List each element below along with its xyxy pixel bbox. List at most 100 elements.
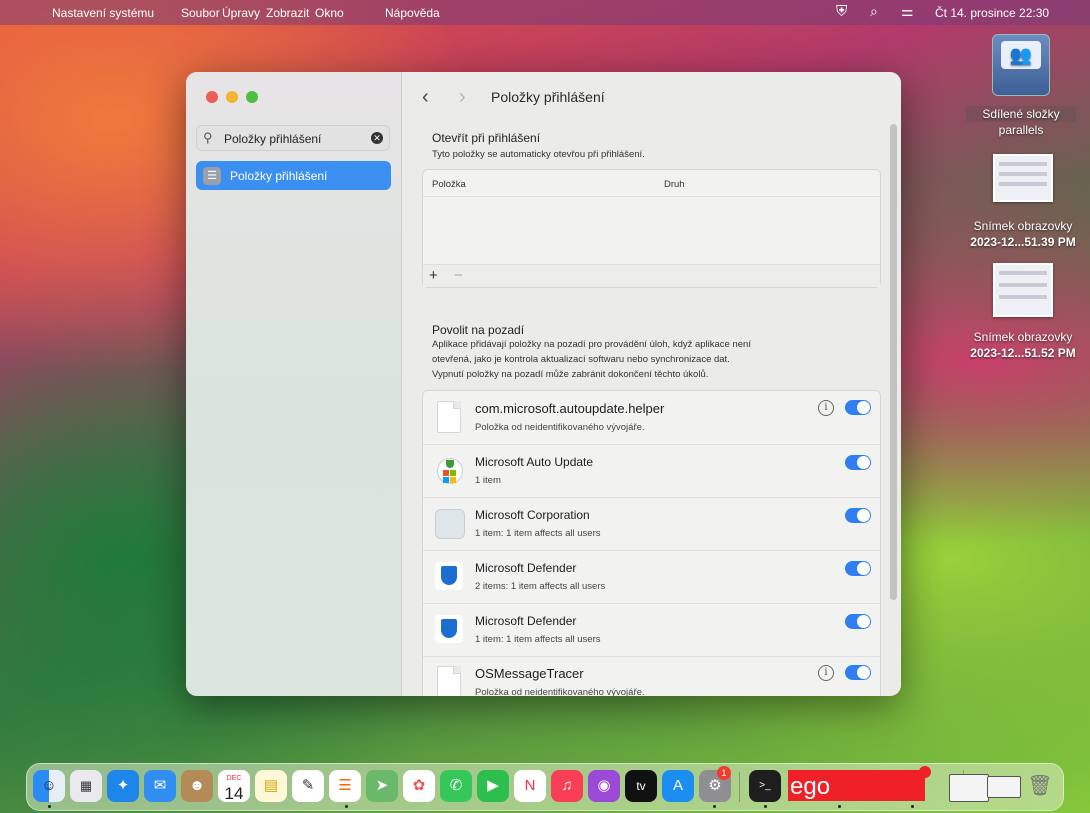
item-name: Microsoft Auto Update <box>475 455 594 469</box>
item-name: com.microsoft.autoupdate.helper <box>475 401 665 416</box>
menu-napoveda[interactable]: Nápověda <box>385 6 440 20</box>
desktop-icon-label: 2023-12...51.39 PM <box>970 235 1076 249</box>
music-icon[interactable]: ♫ <box>551 770 583 802</box>
item-desc: 1 item <box>475 475 501 486</box>
minimize-window-button[interactable] <box>226 91 238 103</box>
item-toggle[interactable] <box>845 665 871 680</box>
freeform-icon[interactable]: ✎ <box>292 770 324 802</box>
menu-app-name[interactable]: Nastavení systému <box>52 6 154 20</box>
apple-tv-icon[interactable]: tv <box>625 770 657 802</box>
notes-icon[interactable]: ▤ <box>255 770 287 802</box>
zoom-window-button[interactable] <box>246 91 258 103</box>
back-button[interactable]: ‹ <box>422 86 429 109</box>
podcasts-icon[interactable]: ◉ <box>588 770 620 802</box>
news-icon[interactable]: N <box>514 770 546 802</box>
item-desc: 1 item: 1 item affects all users <box>475 634 601 645</box>
safari-icon[interactable]: ✦ <box>107 770 139 802</box>
calendar-icon[interactable]: DEC 14 <box>218 770 250 803</box>
desktop-icon-label: Snímek obrazovky <box>973 330 1073 344</box>
microsoft-autoupdate-icon <box>435 454 463 486</box>
list-item: Microsoft Defender 1 item: 1 item affect… <box>423 603 880 657</box>
sidebar-item-label: Položky přihlášení <box>230 169 328 183</box>
sidebar-item-login-items[interactable]: ☰ Položky přihlášení <box>196 161 391 190</box>
menu-zobrazit[interactable]: Zobrazit <box>266 6 309 20</box>
running-indicator <box>838 805 841 808</box>
finder-icon[interactable]: ☺ <box>33 770 65 802</box>
mail-icon[interactable]: ✉ <box>144 770 176 802</box>
running-indicator <box>48 805 51 808</box>
desktop-screenshot-1[interactable]: Snímek obrazovky 2023-12...51.39 PM <box>962 154 1084 250</box>
running-indicator <box>764 805 767 808</box>
sidebar-search-field[interactable]: ⚲ Položky přihlášení ✕ <box>196 125 390 151</box>
desktop-icon-label: Snímek obrazovky <box>973 219 1073 233</box>
minimized-window-icon[interactable] <box>987 776 1021 798</box>
menu-upravy[interactable]: Úpravy <box>222 6 260 20</box>
clear-search-icon[interactable]: ✕ <box>371 132 383 144</box>
facetime-icon[interactable]: ▶ <box>477 770 509 802</box>
info-icon[interactable]: i <box>818 400 834 416</box>
tv-label: tv <box>636 779 646 793</box>
defender-shield-icon <box>435 613 463 645</box>
search-input[interactable]: Položky přihlášení <box>224 132 321 146</box>
open-at-login-subtitle: Tyto položky se automaticky otevřou při … <box>432 149 645 160</box>
settings-window: ⚲ Položky přihlášení ✕ ☰ Položky přihláš… <box>186 72 901 696</box>
item-toggle[interactable] <box>845 614 871 629</box>
running-indicator <box>345 805 348 808</box>
item-name: Microsoft Defender <box>475 614 577 628</box>
item-desc: Položka od neidentifikovaného vývojáře. <box>475 422 645 433</box>
list-icon: ☰ <box>203 167 221 185</box>
reminders-icon[interactable]: ☰ <box>329 770 361 802</box>
open-at-login-title: Otevřít při přihlášení <box>432 131 541 145</box>
trash-icon[interactable]: 🗑 <box>1024 770 1056 802</box>
item-toggle[interactable] <box>845 508 871 523</box>
messages-icon[interactable]: ✆ <box>440 770 472 802</box>
minimized-window-icon[interactable] <box>949 774 989 802</box>
add-item-button[interactable]: + <box>429 267 438 284</box>
desktop-shared-folders[interactable]: 👥 Sdílené složky parallels <box>966 34 1076 138</box>
redacted-label: ego <box>788 770 925 801</box>
item-toggle[interactable] <box>845 561 871 576</box>
background-items-list: com.microsoft.autoupdate.helper Položka … <box>422 390 881 696</box>
screenshot-thumbnail-icon <box>993 263 1053 317</box>
control-center-icon[interactable]: ⚌ <box>901 3 914 20</box>
menubar-clock[interactable]: Čt 14. prosince 22:30 <box>935 6 1049 20</box>
background-section-desc-1: Aplikace přidávají položky na pozadí pro… <box>432 339 751 350</box>
content-pane: ‹ › Položky přihlášení Otevřít při přihl… <box>402 72 901 696</box>
terminal-icon[interactable]: >_ <box>749 770 781 802</box>
login-items-table[interactable]: Položka Druh + − <box>422 169 881 288</box>
table-header: Položka Druh <box>423 170 880 197</box>
item-desc: 2 items: 1 item affects all users <box>475 581 606 592</box>
background-section-desc-2: otevřená, jako je kontrola aktualizací s… <box>432 354 730 365</box>
launchpad-icon[interactable]: ▦ <box>70 770 102 802</box>
list-item: Microsoft Auto Update 1 item <box>423 444 880 498</box>
column-header-kind[interactable]: Druh <box>664 179 685 190</box>
table-footer: + − <box>423 264 880 287</box>
scrollbar[interactable] <box>890 124 897 600</box>
spotlight-search-icon[interactable]: ⌕ <box>870 3 878 20</box>
item-toggle[interactable] <box>845 400 871 415</box>
column-header-item[interactable]: Položka <box>432 179 466 190</box>
close-window-button[interactable] <box>206 91 218 103</box>
contacts-icon[interactable]: ☻ <box>181 770 213 802</box>
maps-icon[interactable]: ➤ <box>366 770 398 802</box>
document-icon <box>435 666 463 696</box>
item-desc: Položka od neidentifikovaného vývojáře. <box>475 687 645 696</box>
app-store-icon[interactable]: A <box>662 770 694 802</box>
photos-icon[interactable]: ✿ <box>403 770 435 802</box>
remove-item-button[interactable]: − <box>454 267 463 284</box>
forward-button[interactable]: › <box>459 86 466 109</box>
menu-soubor[interactable]: Soubor <box>181 6 220 20</box>
screenshot-thumbnail-icon <box>993 154 1053 202</box>
document-icon <box>435 401 463 433</box>
desktop-icon-label: parallels <box>998 123 1044 137</box>
shield-status-icon[interactable]: ⛨ <box>836 3 847 20</box>
info-icon[interactable]: i <box>818 665 834 681</box>
desktop-screenshot-2[interactable]: Snímek obrazovky 2023-12...51.52 PM <box>962 263 1084 361</box>
menu-okno[interactable]: Okno <box>315 6 344 20</box>
list-item: Microsoft Corporation 1 item: 1 item aff… <box>423 497 880 551</box>
list-item: OSMessageTracer Položka od neidentifikov… <box>423 656 880 696</box>
microsoft-corporation-icon <box>435 507 465 539</box>
item-toggle[interactable] <box>845 455 871 470</box>
item-name: Microsoft Defender <box>475 561 577 575</box>
calendar-day: 14 <box>224 784 244 803</box>
